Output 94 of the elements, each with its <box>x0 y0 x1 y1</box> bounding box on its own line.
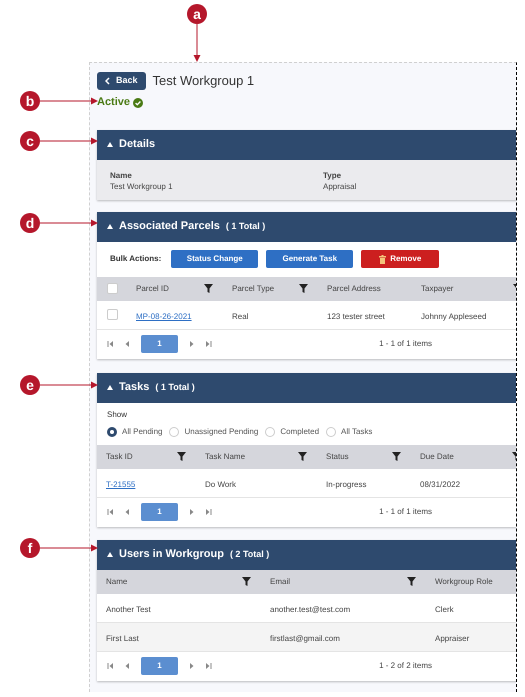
action-button[interactable]: Generate Task <box>266 250 354 268</box>
first-page-icon[interactable] <box>107 508 114 516</box>
pager-summary: 1 - 1 of 1 items <box>379 506 432 518</box>
section-header[interactable]: Users in Workgroup ( 2 Total ) <box>97 540 516 570</box>
column-header[interactable]: Workgroup Role <box>435 576 493 588</box>
caret-up-icon[interactable] <box>107 224 113 229</box>
radio-option[interactable]: Completed <box>265 426 320 438</box>
field-label: Type <box>323 170 342 180</box>
caret-up-icon[interactable] <box>107 142 113 147</box>
column-header[interactable]: Task ID <box>106 450 133 462</box>
select-all-checkbox[interactable] <box>107 283 118 294</box>
section-title: Details <box>119 137 156 152</box>
trash-icon <box>379 254 386 264</box>
section-header[interactable]: Associated Parcels ( 1 Total ) <box>97 212 516 242</box>
section-title: Users in Workgroup <box>119 547 224 562</box>
section-count: ( 1 Total ) <box>226 220 266 233</box>
arrow-icon <box>40 97 98 105</box>
table-cell: 08/31/2022 <box>420 480 460 488</box>
caret-up-icon[interactable] <box>107 552 113 557</box>
action-button[interactable]: Status Change <box>171 250 258 268</box>
table-cell: Clerk <box>435 604 454 614</box>
id-link[interactable]: MP-08-26-2021 <box>136 312 192 320</box>
filter-icon[interactable] <box>242 577 251 586</box>
chevron-left-icon <box>105 76 110 85</box>
callout-marker: c <box>20 131 40 151</box>
column-header[interactable]: Taxpayer <box>421 282 454 294</box>
arrow-icon <box>193 24 201 62</box>
callout-marker: b <box>20 91 40 111</box>
arrow-icon <box>40 381 98 389</box>
row-checkbox[interactable] <box>107 309 118 320</box>
arrow-icon <box>40 137 98 145</box>
status-label: Active <box>97 95 130 110</box>
filter-icon[interactable] <box>177 452 186 461</box>
next-page-icon[interactable] <box>188 662 195 670</box>
table-cell: firstlast@gmail.com <box>270 634 340 642</box>
column-header[interactable]: Due Date <box>420 450 454 462</box>
last-page-icon[interactable] <box>205 340 212 348</box>
field-label: Name <box>110 170 133 180</box>
column-header[interactable]: Status <box>326 450 349 462</box>
section-header[interactable]: Details <box>97 130 516 160</box>
bulk-actions-label: Bulk Actions: <box>110 253 162 265</box>
pager-summary: 1 - 2 of 2 items <box>379 660 432 672</box>
column-header[interactable]: Parcel Type <box>232 282 274 294</box>
next-page-icon[interactable] <box>188 508 195 516</box>
callout-marker: d <box>20 213 40 233</box>
column-header[interactable]: Task Name <box>205 450 246 462</box>
back-button[interactable]: Back <box>97 72 146 90</box>
column-header[interactable]: Name <box>106 576 128 588</box>
radio-option[interactable]: Unassigned Pending <box>169 426 258 438</box>
table-cell: Another Test <box>106 604 151 614</box>
pager-summary: 1 - 1 of 1 items <box>379 338 432 350</box>
table-cell: In-progress <box>326 480 366 488</box>
column-header[interactable]: Email <box>270 576 290 588</box>
callout-marker: f <box>20 538 40 558</box>
filter-icon[interactable] <box>392 452 401 461</box>
previous-page-icon[interactable] <box>124 662 131 670</box>
callout-marker: e <box>20 375 40 395</box>
section-title: Associated Parcels <box>119 219 220 234</box>
field-value: Test Workgroup 1 <box>110 180 174 192</box>
show-label: Show <box>107 408 128 420</box>
previous-page-icon[interactable] <box>124 508 131 516</box>
page-title: Test Workgroup 1 <box>152 72 254 90</box>
next-page-icon[interactable] <box>188 340 195 348</box>
section-title: Tasks <box>119 380 150 396</box>
last-page-icon[interactable] <box>205 662 212 670</box>
id-link[interactable]: T-21555 <box>106 480 136 488</box>
last-page-icon[interactable] <box>205 508 212 516</box>
radio-option[interactable]: All Pending <box>107 426 162 438</box>
table-cell: Do Work <box>205 480 236 488</box>
table-cell: another.test@test.com <box>270 604 350 614</box>
filter-icon[interactable] <box>407 577 416 586</box>
radio-option[interactable]: All Tasks <box>326 426 372 438</box>
first-page-icon[interactable] <box>107 662 114 670</box>
section-header[interactable]: Tasks ( 1 Total ) <box>97 372 516 402</box>
filter-icon[interactable] <box>298 452 307 461</box>
column-header[interactable]: Parcel ID <box>136 282 169 294</box>
filter-icon[interactable] <box>299 284 308 293</box>
first-page-icon[interactable] <box>107 340 114 348</box>
filter-icon[interactable] <box>204 284 213 293</box>
table-cell: 123 tester street <box>327 312 385 320</box>
remove-button[interactable]: Remove <box>361 250 440 268</box>
table-cell: Appraiser <box>435 634 470 642</box>
callout-marker: a <box>187 4 207 24</box>
field-value: Appraisal <box>323 180 358 192</box>
table-cell: Real <box>232 312 248 320</box>
arrow-icon <box>40 219 98 227</box>
section-count: ( 2 Total ) <box>230 548 270 561</box>
column-header[interactable]: Parcel Address <box>327 282 381 294</box>
caret-up-icon[interactable] <box>107 385 113 390</box>
section-count: ( 1 Total ) <box>155 380 195 394</box>
arrow-icon <box>40 544 98 552</box>
table-cell: Johnny Appleseed <box>421 312 486 320</box>
table-cell: First Last <box>106 634 139 642</box>
previous-page-icon[interactable] <box>124 340 131 348</box>
